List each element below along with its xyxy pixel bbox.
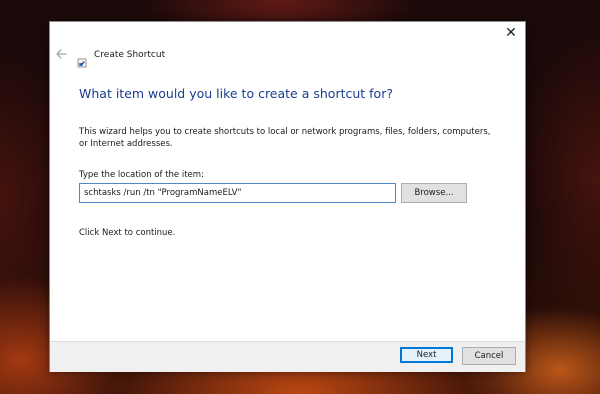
cancel-button[interactable]: Cancel [462, 347, 516, 365]
back-button[interactable] [54, 46, 70, 62]
wizard-heading: What item would you like to create a sho… [79, 86, 393, 101]
next-button[interactable]: Next [400, 347, 453, 363]
back-arrow-icon [56, 49, 67, 59]
close-button[interactable]: ✕ [497, 22, 525, 44]
shortcut-icon [77, 53, 87, 68]
close-icon: ✕ [505, 25, 517, 41]
location-label: Type the location of the item: [79, 170, 204, 180]
wizard-description: This wizard helps you to create shortcut… [79, 127, 491, 149]
create-shortcut-dialog: ✕ Create Shortcut What item would you li… [49, 21, 526, 372]
browse-button[interactable]: Browse... [401, 183, 467, 203]
continue-instruction: Click Next to continue. [79, 228, 176, 238]
location-input[interactable] [79, 183, 396, 203]
dialog-footer: Next Cancel [50, 341, 525, 372]
window-title: Create Shortcut [94, 50, 166, 60]
